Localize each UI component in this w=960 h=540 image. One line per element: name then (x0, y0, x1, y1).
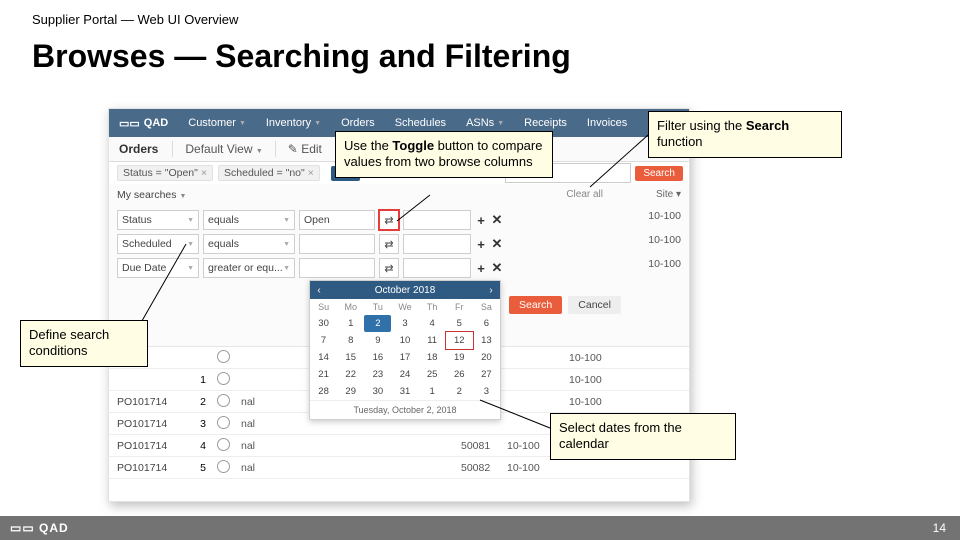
value2-input-3[interactable] (403, 258, 471, 278)
criteria-panel: My searches ▼ Clear all Site ▾ Status▼ e… (109, 184, 689, 347)
value2-input-2[interactable] (403, 234, 471, 254)
add-row-icon[interactable]: + (475, 235, 487, 253)
criteria-cancel-button[interactable]: Cancel (568, 296, 621, 314)
callout-toggle: Use the Toggle button to compare values … (335, 131, 553, 178)
default-view-dropdown[interactable]: Default View ▼ (177, 142, 270, 156)
nav-receipts[interactable]: Receipts (514, 117, 577, 129)
browse-title: Orders (109, 142, 168, 156)
remove-row-icon[interactable]: ✕ (491, 235, 503, 253)
value-input-2[interactable] (299, 234, 375, 254)
slide-footer: ▭▭ QAD 14 (0, 516, 960, 540)
calendar-header: ‹ October 2018 › (310, 281, 500, 299)
page-title: Browses — Searching and Filtering (32, 38, 571, 75)
status-dot-icon (217, 350, 230, 363)
nav-schedules[interactable]: Schedules (385, 117, 456, 129)
field-select-3[interactable]: Due Date▼ (117, 258, 199, 278)
chip-scheduled[interactable]: Scheduled = "no"× (218, 165, 320, 181)
status-dot-icon (217, 460, 230, 473)
clear-all-link[interactable]: Clear all (566, 189, 603, 200)
site-cell-1: 10-100 (633, 210, 681, 228)
callout-search: Filter using the Search function (648, 111, 842, 158)
value-input-1[interactable]: Open (299, 210, 375, 230)
calendar-popup: ‹ October 2018 › SuMoTuWeThFrSa 30123456… (309, 280, 501, 420)
nav-inventory[interactable]: Inventory ▼ (256, 117, 331, 129)
calendar-week: 21222324252627 (310, 366, 500, 383)
toggle-button-3[interactable]: ⇄ (379, 258, 399, 278)
toggle-button-2[interactable]: ⇄ (379, 234, 399, 254)
calendar-next-icon[interactable]: › (486, 285, 496, 296)
status-dot-icon (217, 372, 230, 385)
breadcrumb: Supplier Portal — Web UI Overview (32, 12, 238, 27)
footer-logo: ▭▭ QAD (0, 521, 79, 535)
criteria-buttons: Search Cancel (509, 296, 621, 314)
status-dot-icon (217, 438, 230, 451)
operator-select-2[interactable]: equals▼ (203, 234, 295, 254)
calendar-week: 30123456 (310, 315, 500, 332)
criteria-row-1: Status▼ equals▼ Open ⇄ + ✕ (117, 210, 503, 230)
criteria-row-3: Due Date▼ greater or equ...▼ ⇄ + ✕ (117, 258, 503, 278)
callout-calendar: Select dates from the calendar (550, 413, 736, 460)
search-button[interactable]: Search (635, 166, 683, 181)
site-cell-3: 10-100 (633, 258, 681, 276)
calendar-prev-icon[interactable]: ‹ (314, 285, 324, 296)
calendar-week: 78910111213 (310, 332, 500, 349)
calendar-dow: SuMoTuWeThFrSa (310, 299, 500, 315)
my-searches-dropdown[interactable]: My searches ▼ (117, 189, 186, 201)
add-row-icon[interactable]: + (475, 259, 487, 277)
brand-logo: ▭▭ QAD (109, 117, 178, 130)
field-select-2[interactable]: Scheduled▼ (117, 234, 199, 254)
remove-row-icon[interactable]: ✕ (491, 211, 503, 229)
calendar-week: 28293031123 (310, 383, 500, 400)
nav-orders[interactable]: Orders (331, 117, 385, 129)
nav-customer[interactable]: Customer ▼ (178, 117, 256, 129)
operator-select-3[interactable]: greater or equ...▼ (203, 258, 295, 278)
remove-row-icon[interactable]: ✕ (491, 259, 503, 277)
value2-input-1[interactable] (403, 210, 471, 230)
field-select-1[interactable]: Status▼ (117, 210, 199, 230)
status-dot-icon (217, 416, 230, 429)
page-number: 14 (919, 521, 960, 535)
nav-asns[interactable]: ASNs ▼ (456, 117, 514, 129)
edit-link[interactable]: ✎ Edit (280, 142, 330, 156)
calendar-week: 14151617181920 (310, 349, 500, 366)
table-row[interactable]: PO1017145nal5008210-100 (109, 457, 689, 479)
toggle-button-1[interactable]: ⇄ (379, 210, 399, 230)
site-column-header[interactable]: Site ▾ (656, 189, 681, 200)
callout-define: Define search conditions (20, 320, 148, 367)
calendar-footer[interactable]: Tuesday, October 2, 2018 (310, 400, 500, 419)
criteria-search-button[interactable]: Search (509, 296, 562, 314)
operator-select-1[interactable]: equals▼ (203, 210, 295, 230)
status-dot-icon (217, 394, 230, 407)
criteria-row-2: Scheduled▼ equals▼ ⇄ + ✕ (117, 234, 503, 254)
add-row-icon[interactable]: + (475, 211, 487, 229)
value-input-3[interactable] (299, 258, 375, 278)
site-cell-2: 10-100 (633, 234, 681, 252)
chip-status[interactable]: Status = "Open"× (117, 165, 213, 181)
nav-invoices[interactable]: Invoices (577, 117, 637, 129)
